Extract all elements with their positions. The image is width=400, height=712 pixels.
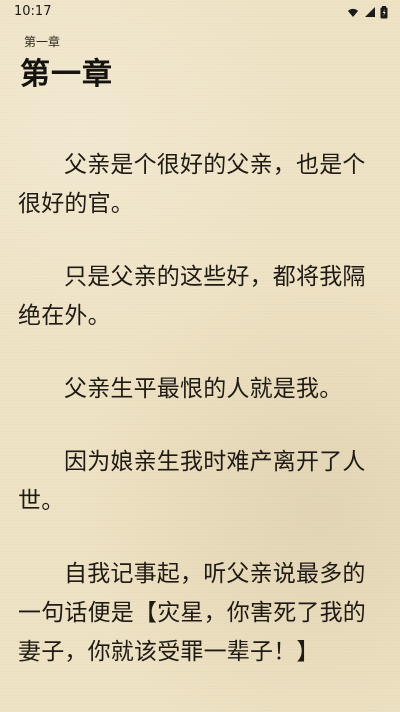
paragraph-2: 只是父亲的这些好，都将我隔绝在外。 <box>18 264 366 329</box>
chapter-title: 第一章 <box>20 57 113 92</box>
paragraph-1: 父亲是个很好的父亲，也是个很好的官。 <box>18 152 366 217</box>
status-icons <box>346 4 388 20</box>
chapter-breadcrumb: 第一章 <box>24 35 61 49</box>
signal-icon <box>365 7 375 17</box>
battery-icon <box>380 5 388 18</box>
reading-content: 父亲是个很好的父亲，也是个很好的官。 只是父亲的这些好，都将我隔绝在外。 父亲生… <box>18 146 382 706</box>
paragraph-4: 因为娘亲生我时难产离开了人世。 <box>18 449 366 514</box>
status-time: 10:17 <box>14 4 52 19</box>
paragraph-5: 自我记事起，听父亲说最多的一句话便是【灾星，你害死了我的妻子，你就该受罪一辈子！… <box>18 561 366 665</box>
status-bar: 10:17 <box>0 0 400 24</box>
paragraph-3: 父亲生平最恨的人就是我。 <box>64 376 343 402</box>
wifi-icon <box>348 8 358 17</box>
